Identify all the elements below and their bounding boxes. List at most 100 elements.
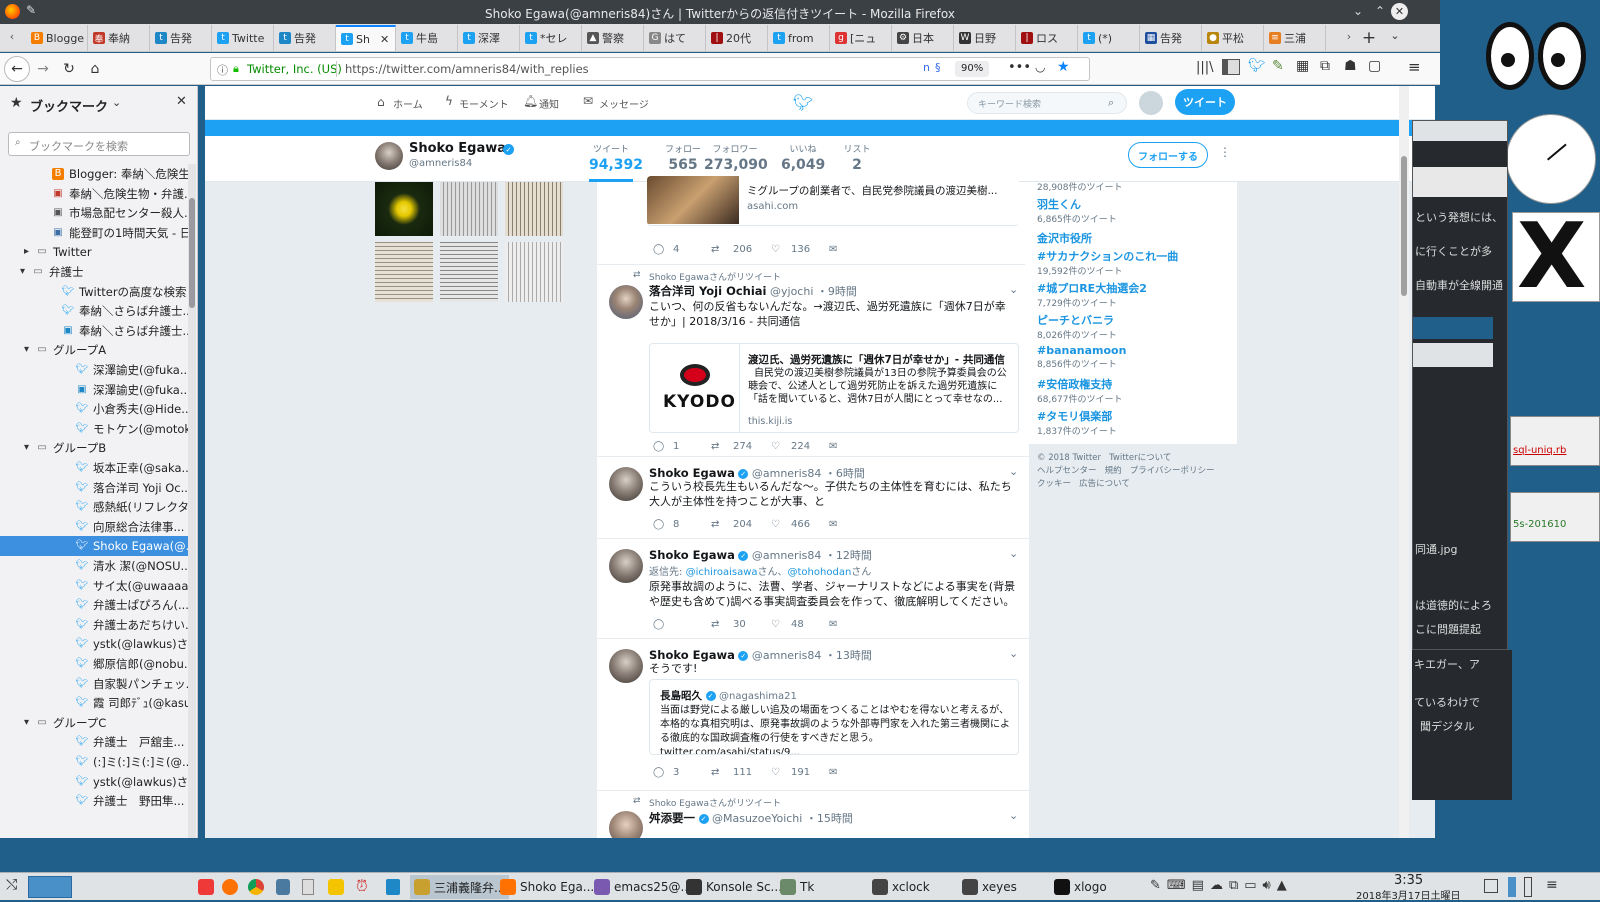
- reply-to-mention[interactable]: @tohohodan: [788, 567, 852, 578]
- tab[interactable]: ● 平松: [1202, 25, 1264, 51]
- tab[interactable]: t Twitte: [212, 25, 274, 51]
- bookmark-item[interactable]: 🐦︎ Shoko Egawa(@...: [0, 536, 188, 557]
- mail-icon[interactable]: ✉: [583, 94, 593, 108]
- bookmark-search-input[interactable]: ⌕ ブックマークを検索: [8, 132, 190, 156]
- sidebar-scrollbar[interactable]: [188, 164, 196, 838]
- bookmark-item[interactable]: 🐦︎ 自家製パンチェッ...: [0, 674, 188, 694]
- tweet-author[interactable]: 落合洋司 Yoji Ochiai: [649, 284, 767, 298]
- background-window[interactable]: キエガー、ア ているわけで 聞デジタル: [1412, 650, 1512, 800]
- trend-item[interactable]: #安倍政権支持 68,677件のツイート: [1037, 376, 1123, 405]
- nav-messages[interactable]: メッセージ: [599, 96, 649, 111]
- tweet-author[interactable]: Shoko Egawa: [649, 548, 735, 562]
- tab[interactable]: t 告発: [274, 25, 336, 51]
- retweet-icon[interactable]: ⇄: [711, 244, 727, 255]
- reply-icon[interactable]: ◯: [653, 519, 667, 530]
- tab[interactable]: t 深澤: [458, 25, 520, 51]
- clock-time[interactable]: 3:35: [1394, 873, 1423, 888]
- bookmark-item[interactable]: 🐦︎ モトケン(@motok...: [0, 419, 188, 439]
- profile-avatar[interactable]: [375, 142, 403, 170]
- file-window[interactable]: sql-uniq.rb: [1510, 416, 1600, 466]
- trend-name[interactable]: #タモリ倶楽部: [1037, 408, 1117, 424]
- bookmark-item[interactable]: ▾ ▭ グループB: [0, 438, 188, 458]
- list-all-tabs-icon[interactable]: ⌄: [1388, 29, 1402, 42]
- tweet-menu-chevron-icon[interactable]: ⌄: [1009, 547, 1018, 560]
- twitter-search-input[interactable]: キーワード検索 ⌕: [967, 92, 1127, 114]
- bookmark-item[interactable]: 🐦︎ 小倉秀夫(@Hide...: [0, 399, 188, 419]
- app-launcher-icon[interactable]: ⤭: [6, 877, 17, 893]
- panel-icon[interactable]: [1508, 877, 1516, 897]
- tweet-author[interactable]: Shoko Egawa: [649, 466, 735, 480]
- tweet-author[interactable]: Shoko Egawa: [649, 648, 735, 662]
- bookmark-star-icon[interactable]: ★: [1057, 59, 1070, 75]
- profile-stat-4[interactable]: リスト 2: [835, 142, 879, 173]
- trend-item[interactable]: 金沢市役所: [1037, 230, 1092, 246]
- tab[interactable]: 奉奉納: [88, 25, 150, 51]
- bookmark-item[interactable]: 🐦︎ Twitterの高度な検索: [0, 282, 188, 302]
- bookmark-item[interactable]: 🐦︎ 奉納＼さらば弁護士...: [0, 301, 188, 321]
- vivaldi-icon[interactable]: [198, 879, 214, 895]
- tab[interactable]: ▲ 警察: [582, 25, 644, 51]
- tweet-handle[interactable]: @yjochi: [770, 285, 813, 298]
- avatar[interactable]: [609, 549, 643, 583]
- zoom-level[interactable]: 90%: [955, 61, 990, 77]
- xlogo-window[interactable]: X: [1512, 207, 1600, 307]
- retweet-icon[interactable]: ⇄: [711, 767, 727, 778]
- trend-item[interactable]: #城プロRE大抽選会2 7,729件のツイート: [1037, 280, 1147, 309]
- profile-stat-1[interactable]: フォロー 565: [661, 142, 705, 173]
- like-icon[interactable]: ♡: [771, 519, 785, 530]
- tab[interactable]: B Blogge: [26, 25, 88, 51]
- like-icon[interactable]: ♡: [771, 244, 785, 255]
- trend-name[interactable]: #安倍政権支持: [1037, 376, 1123, 392]
- bell-icon[interactable]: 🔔︎: [523, 94, 538, 108]
- footer-line[interactable]: © 2018 Twitter Twitterについて: [1037, 452, 1215, 465]
- user-avatar-icon[interactable]: [1139, 91, 1163, 115]
- tweet-handle[interactable]: @MasuzoeYoichi: [712, 812, 802, 825]
- follow-button[interactable]: フォローする: [1128, 142, 1208, 168]
- reply-icon[interactable]: ◯: [653, 767, 667, 778]
- trend-item[interactable]: #タモリ倶楽部 1,837件のツイート: [1037, 408, 1117, 437]
- tab[interactable]: | 20代: [706, 25, 768, 51]
- tab[interactable]: t 牛島: [396, 25, 458, 51]
- trend-name[interactable]: #城プロRE大抽選会2: [1037, 280, 1147, 296]
- tweet-author[interactable]: 舛添要一: [649, 811, 695, 825]
- tab-scroll-right-icon[interactable]: ›: [1342, 30, 1356, 43]
- tweet-menu-chevron-icon[interactable]: ⌄: [1009, 647, 1018, 660]
- tweet-menu-chevron-icon[interactable]: ⌄: [1009, 809, 1018, 822]
- file-window[interactable]: 5s-201610: [1510, 492, 1600, 542]
- bookmark-item[interactable]: ▣ 市場急配センター殺人...: [0, 203, 188, 223]
- dm-icon[interactable]: ✉: [829, 619, 837, 630]
- retweet-icon[interactable]: ⇄: [711, 519, 727, 530]
- retweet-icon[interactable]: ⇄: [711, 619, 727, 630]
- bookmark-item[interactable]: B Blogger: 奉納＼危険生...: [0, 164, 188, 184]
- tweet-item[interactable]: ミグループの創業者で、自民党参院議員の渡辺美樹... asahi.com ◯ 4 …: [597, 176, 1029, 265]
- new-tab-icon[interactable]: +: [1360, 28, 1378, 48]
- tab[interactable]: g [ニュ: [830, 25, 892, 51]
- trend-item[interactable]: 28,908件のツイート: [1037, 180, 1123, 193]
- bookmark-item[interactable]: ▣ 深澤諭史(@fuka...: [0, 380, 188, 400]
- media-thumb-newspaper[interactable]: [440, 182, 498, 236]
- tab[interactable]: | ロス: [1016, 25, 1078, 51]
- tweet-button[interactable]: ツイート: [1175, 89, 1235, 115]
- dm-icon[interactable]: ✉: [829, 441, 837, 452]
- taskbar-task[interactable]: emacs25@...: [594, 875, 692, 899]
- link-card[interactable]: KYODO 渡辺氏、過労死遺族に「週休7日が幸せか」- 共同通信 自民党の渡辺美…: [649, 343, 1019, 433]
- tab-scroll-left-icon[interactable]: ‹: [4, 30, 20, 43]
- background-window[interactable]: という発想には、 に行くことが多 自動車が全線開通 同通.jpg は道徳的によろ…: [1412, 120, 1508, 650]
- dm-icon[interactable]: ✉: [829, 244, 837, 255]
- page-scrollbar-thumb[interactable]: [1401, 156, 1407, 296]
- more-options-icon[interactable]: ⋮: [1219, 145, 1231, 159]
- moments-icon[interactable]: ϟ: [445, 94, 453, 108]
- bookmark-item[interactable]: ▣ 能登町の1時間天気 - 日...: [0, 223, 188, 243]
- close-tab-icon[interactable]: ✕: [380, 33, 389, 46]
- taskbar-task[interactable]: xeyes: [962, 875, 1017, 899]
- collapse-icon[interactable]: ▾: [24, 340, 36, 360]
- tweet-menu-chevron-icon[interactable]: ⌄: [1009, 283, 1018, 296]
- taskbar-task[interactable]: xclock: [872, 875, 930, 899]
- home-icon[interactable]: ⌂: [377, 95, 385, 109]
- close-sidebar-icon[interactable]: ✕: [176, 94, 187, 109]
- chevron-down-icon[interactable]: ⌄: [112, 96, 121, 109]
- evernote-extension-icon[interactable]: ☗: [1344, 58, 1357, 74]
- tab[interactable]: ≡ 三浦: [1264, 25, 1326, 51]
- bookmark-item[interactable]: 🐦︎ (:]ミ(:]ミ(:]ミ(@...: [0, 752, 188, 772]
- tweet-item[interactable]: Shoko Egawa ✓ @amneris84 ・12時間 ⌄ 返信先: @i…: [597, 539, 1029, 639]
